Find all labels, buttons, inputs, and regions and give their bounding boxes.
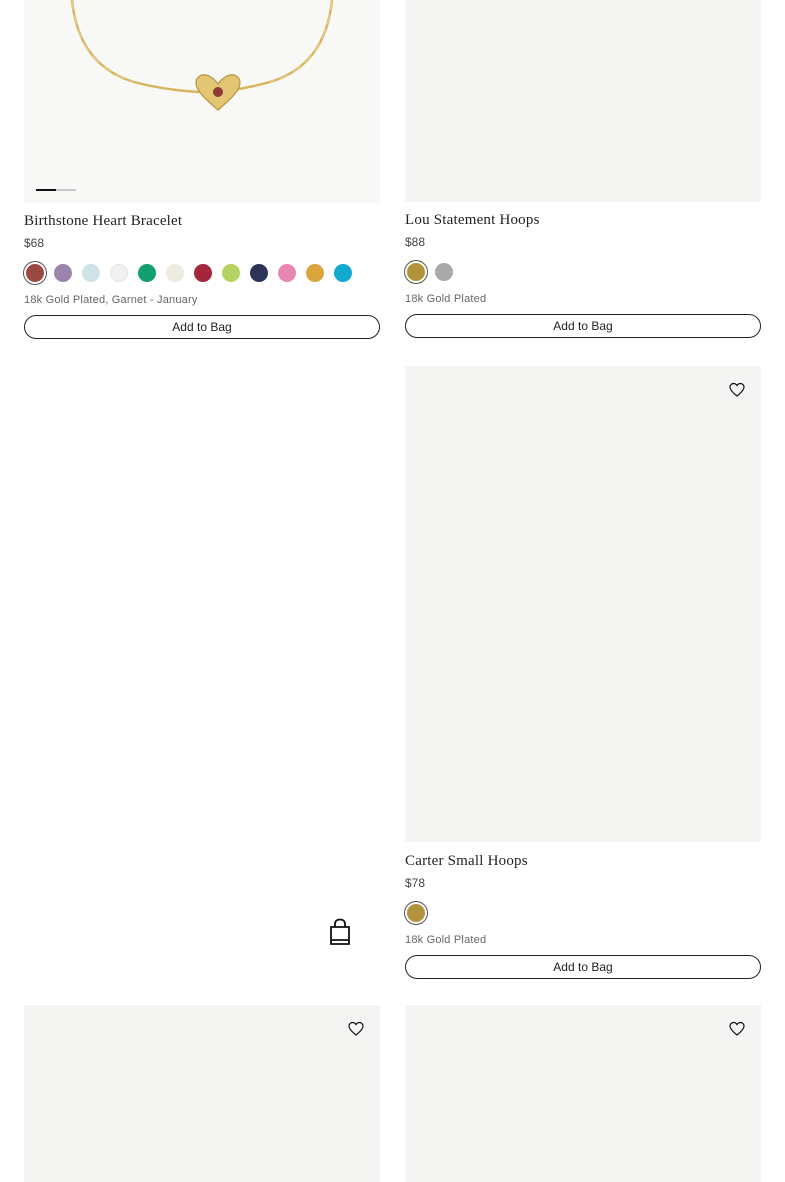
wishlist-heart-icon[interactable] [729,1021,745,1037]
product-price: $68 [24,236,45,250]
color-swatch[interactable] [334,264,352,282]
product-price: $78 [405,876,426,890]
add-to-bag-button[interactable]: Add to Bag [405,955,761,979]
product-title[interactable]: Birthstone Heart Bracelet [24,211,380,231]
color-swatch[interactable] [138,264,156,282]
product-card-lou-statement-hoops: Lou Statement Hoops $88 18k Gold Plated … [405,0,761,338]
color-swatch[interactable] [222,264,240,282]
product-title[interactable]: Lou Statement Hoops [405,210,761,230]
color-swatch[interactable] [435,263,453,281]
color-swatch[interactable] [110,264,128,282]
shopping-bag-icon[interactable] [329,918,351,946]
bracelet-image [70,0,334,111]
selected-variant: 18k Gold Plated, Garnet - January [24,294,198,306]
product-card-placeholder [24,366,380,986]
add-to-bag-button[interactable]: Add to Bag [405,314,761,338]
color-swatch[interactable] [194,264,212,282]
color-swatch[interactable] [407,263,425,281]
color-swatch[interactable] [26,264,44,282]
color-swatch[interactable] [407,904,425,922]
color-swatch[interactable] [278,264,296,282]
color-swatch[interactable] [250,264,268,282]
selected-variant: 18k Gold Plated [405,934,487,946]
product-card-carter-small-hoops: Carter Small Hoops $78 18k Gold Plated A… [405,366,761,979]
add-to-bag-button[interactable]: Add to Bag [24,315,380,339]
product-price: $88 [405,235,426,249]
product-image[interactable] [24,1005,380,1182]
product-card [405,1005,761,1182]
color-swatch[interactable] [306,264,324,282]
product-image[interactable] [405,1005,761,1182]
wishlist-heart-icon[interactable] [348,1021,364,1037]
product-image[interactable] [24,0,380,203]
color-swatches [24,262,380,284]
color-swatch[interactable] [166,264,184,282]
product-title[interactable]: Carter Small Hoops [405,851,761,871]
color-swatches [405,261,761,283]
color-swatches [405,902,761,924]
product-card [24,1005,380,1182]
product-image[interactable] [405,0,761,202]
color-swatch[interactable] [54,264,72,282]
selected-variant: 18k Gold Plated [405,293,487,305]
carousel-indicator[interactable] [36,189,76,191]
color-swatch[interactable] [82,264,100,282]
wishlist-heart-icon[interactable] [729,382,745,398]
product-image[interactable] [405,366,761,842]
product-card-birthstone-heart-bracelet: Birthstone Heart Bracelet $68 18k Gold P… [24,0,380,339]
